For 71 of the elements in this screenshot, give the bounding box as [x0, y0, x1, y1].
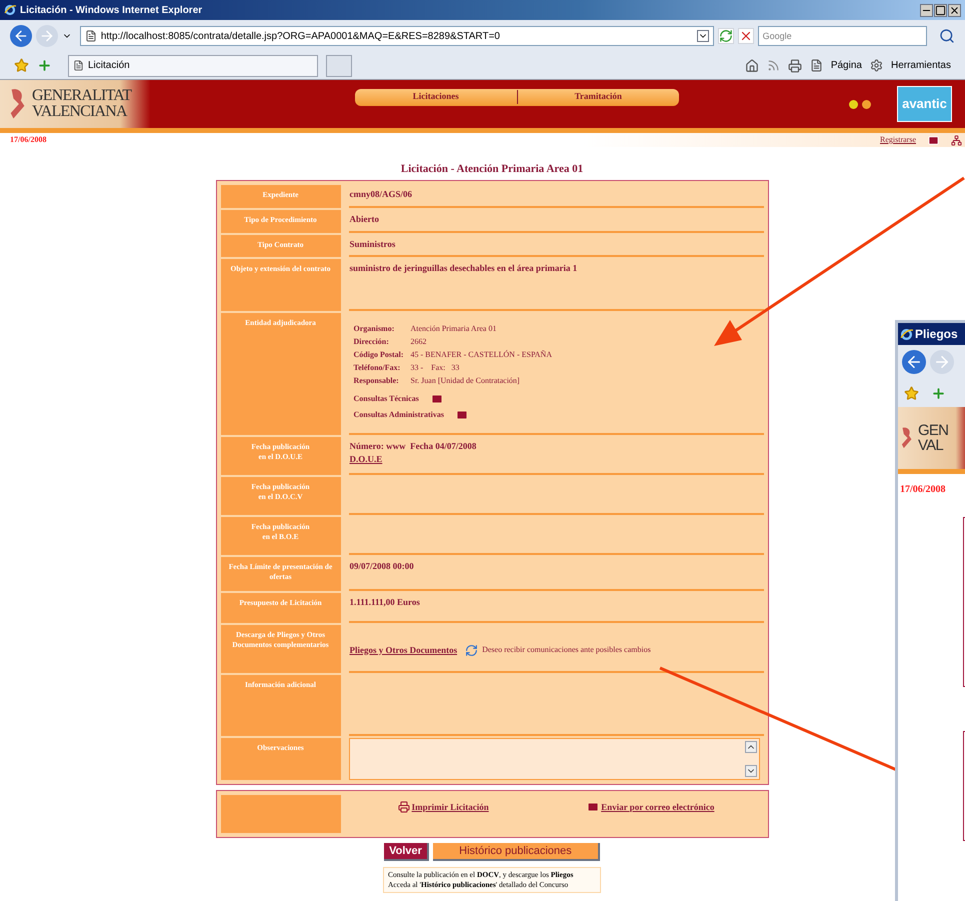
- field-label: Organismo:: [354, 322, 396, 334]
- browser-tab[interactable]: Licitación: [68, 54, 318, 76]
- search-icon[interactable]: [939, 28, 955, 44]
- subscribe-text: Deseo recibir comunicaciones ante posibles cambios: [482, 644, 651, 656]
- field-value: 45 - BENAFER - CASTELLÓN - ESPAÑA: [410, 348, 552, 360]
- field-value: Sr. Juan [Unidad de Contratación]: [410, 374, 520, 386]
- observations-field[interactable]: [348, 738, 760, 780]
- date-text: 17/06/2008: [900, 483, 947, 497]
- contact-label: Consultas Técnicas: [354, 392, 419, 404]
- logo-text: GENERALITAT: [32, 88, 132, 104]
- field-label: Código Postal:: [354, 348, 404, 360]
- page-icon: [810, 59, 823, 72]
- back-icon[interactable]: [902, 350, 926, 374]
- field-value: 2662: [410, 336, 426, 348]
- nav-link[interactable]: Tramitación: [516, 90, 679, 104]
- window-title: Licitación - Windows Internet Explorer: [20, 4, 202, 18]
- sitemap-icon[interactable]: [951, 134, 962, 146]
- add-favorite-icon[interactable]: [931, 386, 946, 400]
- minimize-icon[interactable]: [920, 4, 933, 16]
- maximize-icon[interactable]: [934, 4, 947, 16]
- documents-link[interactable]: Pliegos y Otros Documentos: [350, 644, 458, 657]
- action-link[interactable]: Enviar por correo electrónico: [587, 800, 714, 814]
- print-icon[interactable]: [788, 58, 802, 72]
- field-label: Teléfono/Fax:: [354, 362, 402, 374]
- logo-text: VALENCIANA: [32, 104, 128, 120]
- field-value: Suministros: [350, 238, 396, 248]
- feeds-icon[interactable]: [766, 59, 780, 72]
- browser-icon: [4, 4, 16, 16]
- back-icon[interactable]: [10, 25, 32, 47]
- contact-label: Consultas Administrativas: [354, 408, 444, 420]
- tools-menu[interactable]: Herramientas: [890, 58, 951, 73]
- browser-icon: [900, 328, 913, 340]
- nav-link[interactable]: Licitaciones: [355, 90, 516, 104]
- window-title: Pliegos: [915, 326, 958, 343]
- scroll-down-icon[interactable]: [744, 764, 756, 776]
- scroll-up-icon[interactable]: [744, 740, 756, 752]
- settings-icon[interactable]: [870, 59, 883, 72]
- page-title: Licitación - Atención Primaria Area 01: [400, 162, 584, 177]
- nav-button[interactable]: Histórico publicaciones: [432, 842, 600, 860]
- logo-text: VAL: [918, 438, 944, 453]
- field-value: 09/07/2008 00:00: [350, 560, 414, 570]
- page-menu[interactable]: Página: [830, 58, 862, 73]
- stop-icon[interactable]: [738, 28, 754, 44]
- field-label: Responsable:: [354, 374, 400, 386]
- date-text: 17/06/2008: [10, 134, 46, 146]
- add-favorite-icon[interactable]: [37, 58, 52, 73]
- printer-icon: [398, 801, 410, 814]
- nav-button[interactable]: Volver: [384, 842, 429, 860]
- refresh-icon[interactable]: [718, 28, 734, 44]
- field-value: 33 - Fax: 33: [410, 362, 460, 374]
- page-icon: [84, 30, 97, 42]
- register-link[interactable]: Registrarse: [880, 134, 916, 146]
- search-field[interactable]: Google: [758, 26, 928, 46]
- close-icon[interactable]: [948, 4, 961, 16]
- field-value: Número: www Fecha 04/07/2008: [350, 440, 478, 452]
- field-value: suministro de jeringuillas desechables en el área primaria 1: [350, 262, 578, 272]
- field-value: Abierto: [350, 214, 379, 224]
- dropdown-icon[interactable]: [696, 30, 709, 42]
- address-field[interactable]: http://localhost:8085/contrata/detalle.jsp?ORG=APA0001&MAQ=E&RES=8289&START=0: [80, 26, 714, 46]
- field-value: cmny08/AGS/06: [350, 188, 412, 198]
- field-value: 1.111.111,00 Euros: [350, 596, 420, 606]
- logo-text: GEN: [918, 423, 948, 438]
- doue-link[interactable]: D.O.U.E: [350, 453, 382, 466]
- field-value: Atención Primaria Area 01: [410, 322, 496, 334]
- brand-logo: avantic: [897, 86, 952, 122]
- home-icon[interactable]: [744, 58, 759, 72]
- field-label: Dirección:: [354, 336, 390, 348]
- scrollbar[interactable]: [744, 740, 756, 776]
- page-icon: [73, 60, 84, 71]
- action-link[interactable]: Imprimir Licitación: [398, 800, 489, 814]
- subscribe-icon[interactable]: [465, 644, 478, 657]
